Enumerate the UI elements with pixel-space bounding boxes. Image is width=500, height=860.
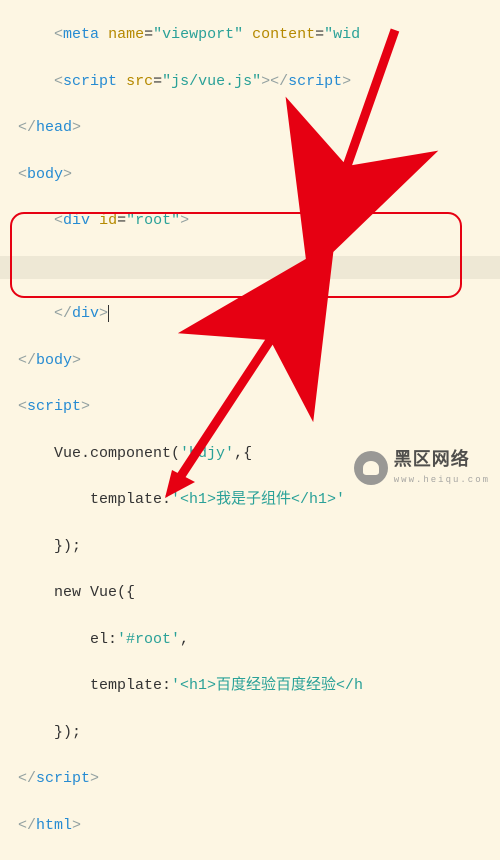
code-line: el:'#root', [18,628,500,651]
code-line: <script src="js/vue.js"></script> [18,70,500,93]
code-block: <meta name="viewport" content="wid <scri… [0,0,500,860]
code-line: <meta name="viewport" content="wid [18,23,500,46]
code-line: new Vue({ [18,581,500,604]
code-line: <script> [18,395,500,418]
code-line: template:'<h1>百度经验百度经验</h [18,674,500,697]
highlighted-line [0,256,500,279]
code-line: </html> [18,814,500,837]
code-line: </body> [18,349,500,372]
code-line: }); [18,721,500,744]
code-line: <div id="root"> [18,209,500,232]
code-line: </div> [18,302,500,325]
code-line: <body> [18,163,500,186]
code-line: </script> [18,767,500,790]
watermark-icon [354,451,388,485]
code-line: }); [18,535,500,558]
code-line: </head> [18,116,500,139]
watermark-text: 黑区网络 [394,448,490,476]
watermark-url: www.heiqu.com [394,474,490,488]
text-cursor [108,305,109,322]
watermark: 黑区网络 www.heiqu.com [354,448,490,488]
